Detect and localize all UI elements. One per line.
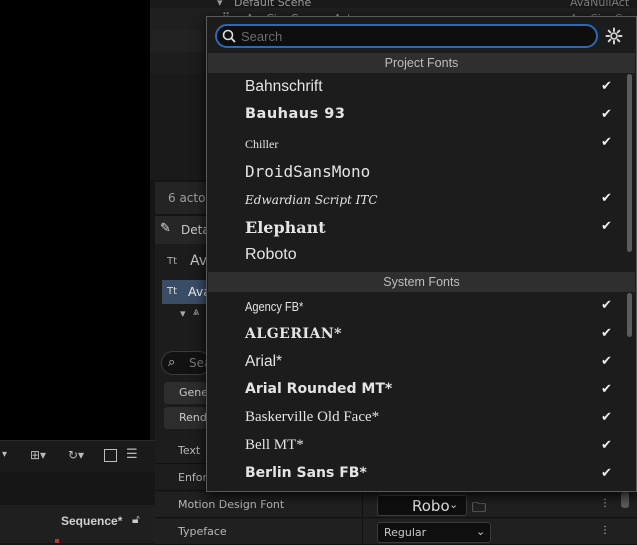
checkmark-icon: ✔ <box>601 410 612 425</box>
section-header-system-fonts: System Fonts <box>208 272 635 292</box>
font-item-arial-rounded-mt[interactable]: Arial Rounded MT* ✔ <box>208 377 625 405</box>
font-item-elephant[interactable]: Elephant ✔ <box>208 214 625 242</box>
column-divider <box>362 492 363 518</box>
checkmark-icon: ✔ <box>601 191 612 206</box>
checkmark-icon: ✔ <box>601 354 612 369</box>
font-item-bauhaus-93[interactable]: Bauhaus 93 ✔ <box>208 102 625 130</box>
font-item-berlin-sans-fb[interactable]: Berlin Sans FB* ✔ <box>208 461 625 489</box>
checkmark-icon: ✔ <box>601 326 612 341</box>
chevron-down-icon: ⌄ <box>476 525 486 538</box>
component-row-selected[interactable]: Tt Ava <box>162 280 211 304</box>
font-item-baskerville-old-face[interactable]: Baskerville Old Face* ✔ <box>208 405 625 433</box>
font-picker-dropdown: Project Fonts Bahnschrift ✔ Bauhaus 93 ✔… <box>206 16 637 492</box>
filter-button-label: Gene <box>179 386 209 399</box>
chevron-down-icon: ⌄ <box>449 498 459 511</box>
filter-button-general[interactable]: Gene <box>164 382 210 404</box>
text-actor-icon: Tt <box>167 256 178 267</box>
filter-button-rendering[interactable]: Rend <box>164 407 210 429</box>
font-item-label: ALGERIAN* <box>245 326 342 342</box>
checkmark-icon: ✔ <box>601 438 612 453</box>
level-viewport[interactable] <box>0 0 150 440</box>
viewport-footer <box>0 472 155 505</box>
column-divider <box>362 519 363 545</box>
sequence-title: Sequence* <box>61 514 123 528</box>
font-item-label: Agency FB* <box>245 299 304 314</box>
font-item-algerian[interactable]: ALGERIAN* ✔ <box>208 321 625 349</box>
typeface-combo-value: Regular <box>384 526 427 539</box>
property-row-typeface: Typeface Regular ⌄ ⋮ <box>155 519 637 545</box>
font-item-label: Elephant <box>245 218 326 237</box>
maximize-viewport-icon[interactable] <box>104 449 117 462</box>
font-item-edwardian-script-itc[interactable]: Edwardian Script ITC ✔ <box>208 186 625 214</box>
font-item-label: Bell MT* <box>245 437 304 453</box>
section-header-project-fonts: Project Fonts <box>208 53 635 73</box>
font-item-chiller[interactable]: Chiller ✔ <box>208 130 625 158</box>
details-search-input[interactable]: ⌕ Sea <box>161 351 211 375</box>
property-label: Typeface <box>178 525 227 538</box>
playhead-marker <box>55 539 59 543</box>
font-item-bahnschrift[interactable]: Bahnschrift ✔ <box>208 74 625 102</box>
property-label: Motion Design Font <box>178 498 285 511</box>
checkmark-icon: ✔ <box>601 466 612 481</box>
checkmark-icon: ✔ <box>601 79 612 94</box>
viewport-toolbar: ▾ ⊞▾ ↻▾ ☰ <box>0 440 155 472</box>
lock-icon[interactable]: 🔓︎ <box>132 512 140 527</box>
browse-asset-icon[interactable]: 🗀 <box>472 497 486 521</box>
font-item-roboto[interactable]: Roboto <box>208 242 625 270</box>
font-item-label: Chiller <box>245 137 279 151</box>
font-combo-box[interactable]: Robo ⌄ <box>377 495 467 516</box>
keyframe-icon[interactable]: ⋮ <box>600 498 610 509</box>
checkmark-icon: ✔ <box>601 298 612 313</box>
details-scrollbar[interactable] <box>621 492 629 508</box>
sequencer-header: Sequence* 🔓︎ <box>0 505 155 543</box>
typeface-combo-box[interactable]: Regular ⌄ <box>377 522 491 543</box>
font-item-label: Arial* <box>245 353 283 370</box>
checkmark-icon: ✔ <box>601 382 612 397</box>
font-combo-value: Robo <box>412 497 450 515</box>
font-search-box[interactable] <box>215 24 598 48</box>
filter-button-label: Rend <box>179 411 207 424</box>
font-item-label: Baskerville Old Face* <box>245 409 380 425</box>
chevron-down-icon[interactable]: ▾ <box>2 449 7 460</box>
font-item-label: DroidSansMono <box>245 162 371 181</box>
system-fonts-scrollbar[interactable] <box>627 293 632 337</box>
property-row-motion-design-font: Motion Design Font Robo ⌄ 🗀 ⋮ <box>155 492 637 518</box>
font-item-bell-mt[interactable]: Bell MT* ✔ <box>208 433 625 461</box>
checkmark-icon: ✔ <box>601 219 612 234</box>
font-item-arial[interactable]: Arial* ✔ <box>208 349 625 377</box>
font-item-label: Roboto <box>245 246 297 263</box>
sub-component-icon: ⩓ <box>193 305 200 318</box>
expand-arrow-icon[interactable]: ▾ <box>180 307 186 320</box>
font-search-input[interactable] <box>241 28 591 45</box>
font-item-droidsansmono[interactable]: DroidSansMono <box>208 158 625 186</box>
search-icon <box>222 29 236 43</box>
checkmark-icon: ✔ <box>601 135 612 150</box>
font-item-label: Arial Rounded MT* <box>245 381 393 397</box>
search-icon: ⌕ <box>168 355 176 370</box>
font-item-label: Berlin Sans FB* <box>245 465 367 481</box>
font-item-agency-fb[interactable]: Agency FB* ✔ <box>208 293 625 321</box>
gear-icon[interactable] <box>605 27 623 45</box>
settings-sliders-icon[interactable]: ☰ <box>126 447 138 462</box>
rotation-snap-icon[interactable]: ↻▾ <box>68 448 84 462</box>
keyframe-icon[interactable]: ⋮ <box>600 525 610 536</box>
grid-snap-icon[interactable]: ⊞▾ <box>30 448 46 462</box>
pencil-icon: ✎ <box>160 221 171 236</box>
font-item-label: Edwardian Script ITC <box>245 193 378 207</box>
checkmark-icon: ✔ <box>601 107 612 122</box>
project-fonts-scrollbar[interactable] <box>627 74 632 252</box>
text-component-icon: Tt <box>167 286 178 297</box>
font-item-label: Bahnschrift <box>245 78 323 95</box>
font-item-label: Bauhaus 93 <box>245 106 346 122</box>
property-label: Text <box>178 444 201 457</box>
